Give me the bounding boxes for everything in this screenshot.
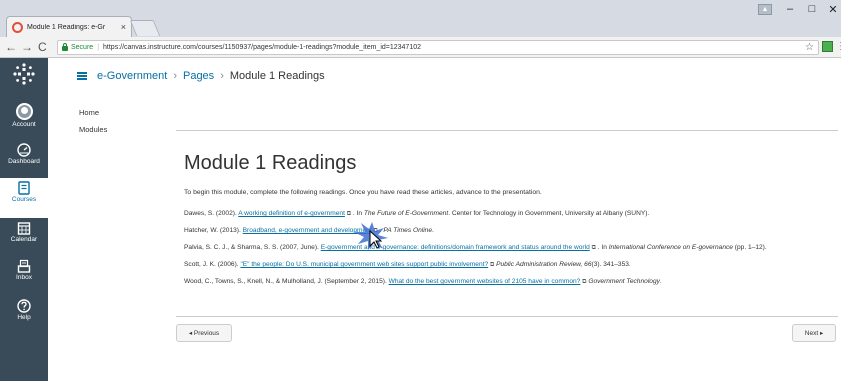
citation-author: Hatcher, W. (2013). [184,227,243,234]
nav-label-courses: Courses [11,196,37,203]
nav-label-dashboard: Dashboard [8,158,40,165]
nav-label-inbox: Inbox [16,274,32,281]
citation-text: (3). 341–353. [591,261,631,268]
maximize-button[interactable]: □ [804,3,820,15]
back-button[interactable]: ← [5,40,17,54]
browser-tab[interactable]: Module 1 Readings: e-Gr × [6,16,132,37]
secure-label: Secure [71,44,94,51]
help-icon [17,299,31,313]
url-separator: | [97,44,100,51]
citation-source: Public Administration Review, 66 [496,261,592,268]
courses-icon [18,181,30,195]
citation-link[interactable]: What do the best government websites of … [389,278,581,285]
previous-button[interactable]: ◂ Previous [176,324,232,342]
inbox-icon [17,259,31,273]
url-bar[interactable]: Secure | https://canvas.instructure.com/… [57,40,819,55]
bookmark-star-icon[interactable]: ☆ [805,42,814,53]
divider [176,130,838,131]
citation-item: Palvia, S. C. J., & Sharma, S. S. (2007,… [184,243,812,253]
nav-item-inbox[interactable]: Inbox [0,256,48,296]
citation-author: Scott, J. K. (2006). [184,261,241,268]
lock-icon [62,43,68,51]
citation-item: Dawes, S. (2002). A working definition o… [184,209,812,219]
intro-text: To begin this module, complete the follo… [184,189,542,196]
canvas-logo-icon[interactable] [12,62,36,86]
global-navigation: Account Dashboard Courses Calendar Inbox… [0,58,48,381]
account-avatar [15,103,33,120]
course-navigation: Home Modules [79,108,107,142]
citation-source: International Conference on E-governance [608,244,733,251]
breadcrumb-separator: › [220,70,224,82]
breadcrumb-pages-link[interactable]: Pages [183,70,214,82]
mouse-cursor-icon [354,222,388,250]
nav-label-account: Account [12,121,36,128]
address-toolbar: ← → C Secure | https://canvas.instructur… [0,37,841,58]
course-nav-modules[interactable]: Modules [79,125,107,134]
tab-title: Module 1 Readings: e-Gr [27,23,106,31]
breadcrumb: e-Government › Pages › Module 1 Readings [48,58,841,94]
breadcrumb-separator: › [173,70,177,82]
nav-label-calendar: Calendar [10,236,38,243]
close-window-button[interactable]: ✕ [825,3,841,16]
page-title: Module 1 Readings [184,152,357,174]
nav-item-calendar[interactable]: Calendar [0,218,48,258]
divider [176,316,838,317]
calendar-icon [17,222,31,235]
breadcrumb-course-link[interactable]: e-Government [97,70,167,82]
citation-author: Palvia, S. C. J., & Sharma, S. S. (2007,… [184,244,321,251]
next-button[interactable]: Next ▸ [792,324,836,342]
citation-list: Dawes, S. (2002). A working definition o… [184,209,812,294]
citation-item: Wood, C., Towns, S., Knell, N., & Mulhol… [184,277,812,287]
browser-menu-icon[interactable]: ⋮ [836,40,841,54]
browser-titlebar: Module 1 Readings: e-Gr × ▲ – □ ✕ [0,0,841,37]
extension-icon[interactable] [822,41,833,52]
citation-author: Dawes, S. (2002). [184,210,239,217]
citation-link[interactable]: A working definition of e-government [238,210,345,217]
minimize-button[interactable]: – [782,3,798,15]
citation-text: (pp. 1–12). [732,244,767,251]
citation-author: Wood, C., Towns, S., Knell, N., & Mulhol… [184,278,389,285]
citation-item: Scott, J. K. (2006). "E" the people: Do … [184,260,812,270]
url-text[interactable]: https://canvas.instructure.com/courses/1… [103,44,421,51]
nav-item-account[interactable]: Account [0,100,48,140]
canvas-favicon-icon [12,21,23,33]
hamburger-menu-icon[interactable] [77,72,87,80]
nav-item-help[interactable]: Help [0,296,48,336]
breadcrumb-current: Module 1 Readings [229,70,325,82]
nav-item-courses[interactable]: Courses [0,178,48,218]
dashboard-icon [17,143,31,157]
user-profile-icon[interactable]: ▲ [758,4,772,15]
citation-source: Government Technology [588,278,660,285]
citation-source: The Future of E-Government [363,210,449,217]
citation-text: . [659,278,662,285]
tab-close-icon[interactable]: × [121,22,126,32]
citation-text: . [432,227,434,234]
citation-source: PA Times Online [383,227,433,234]
reload-button[interactable]: C [38,40,47,54]
course-nav-home[interactable]: Home [79,108,107,117]
citation-link[interactable]: "E" the people: Do U.S. municipal govern… [240,261,488,268]
nav-item-dashboard[interactable]: Dashboard [0,140,48,180]
citation-item: Hatcher, W. (2013). Broadband, e-governm… [184,226,812,236]
citation-text: . In [595,244,609,251]
citation-text: . In [351,210,364,217]
new-tab-button[interactable] [129,20,161,36]
citation-text: . Center for Technology in Government, U… [448,210,650,217]
nav-label-help: Help [17,314,31,321]
forward-button[interactable]: → [21,40,33,54]
